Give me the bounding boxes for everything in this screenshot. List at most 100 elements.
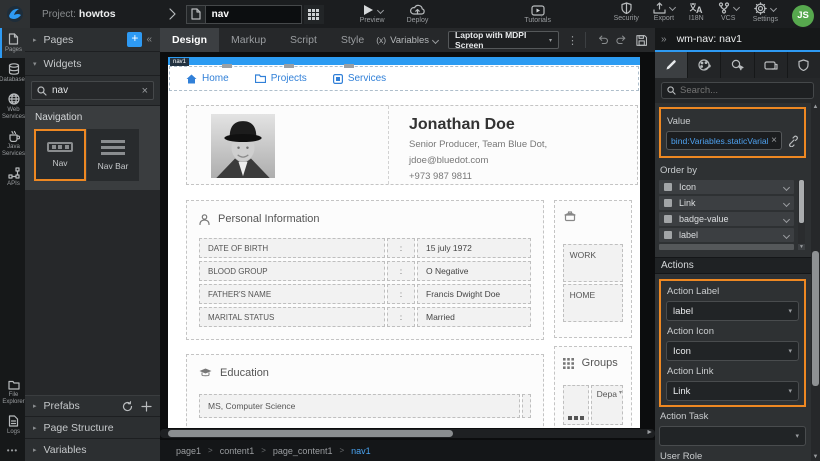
variables-dropdown[interactable]: (x) Variables [376,35,438,46]
checkbox[interactable] [664,215,672,223]
rail-item-java-services[interactable]: Java Services [0,125,25,162]
more-options-icon[interactable]: ⋮ [567,34,578,47]
rail-item-apis[interactable]: APIs [0,162,25,192]
rail-item-file-explorer[interactable]: File Explorer [0,374,25,410]
scrollbar-thumb[interactable] [812,251,819,386]
scrollbar-thumb[interactable] [799,180,804,223]
wavemaker-logo[interactable] [0,0,30,28]
personal-info-panel[interactable]: Personal Information DATE OF BIRTH : 15 … [186,200,544,340]
undo-icon[interactable] [597,34,608,46]
page-structure-accordion[interactable]: ▸ Page Structure [25,417,160,439]
add-page-button[interactable]: + [127,32,142,47]
design-canvas[interactable]: nav1 Home Projects [168,57,640,428]
tab-script[interactable]: Script [278,28,329,52]
widget-search-input[interactable] [52,85,142,96]
security-button[interactable]: Security [614,2,639,22]
refresh-icon[interactable] [122,401,133,412]
api-nodes-icon [8,167,20,179]
selected-widget-title: wm-nav: nav1 [677,33,742,45]
preview-button[interactable]: Preview [360,4,385,24]
apps-grid-icon[interactable] [304,5,324,24]
tab-security[interactable] [788,52,820,78]
rail-item-logs[interactable]: Logs [0,410,25,440]
nav1-widget[interactable]: Home Projects Services [168,65,640,92]
expand-panel-icon[interactable]: » [661,34,667,45]
actions-section-header[interactable]: Actions [655,257,820,274]
breadcrumb-item-nav1[interactable]: nav1 [351,446,371,456]
variables-accordion[interactable]: ▸ Variables [25,439,160,461]
nav-item-services[interactable]: Services [333,73,386,84]
variables-accordion-label: Variables [44,444,87,456]
groups-panel[interactable]: Groups Depa▾ [554,346,632,428]
device-selector[interactable]: Laptop with MDPI Screen ▾ [448,31,559,49]
rail-item-databases[interactable]: Databases [0,58,25,88]
tab-styles[interactable] [688,52,721,78]
order-by-item-icon[interactable]: Icon [659,180,794,194]
widget-tile-nav[interactable]: Nav [34,129,86,181]
i18n-button[interactable]: A I18N [689,2,704,22]
collapse-panel-icon[interactable]: « [146,34,152,45]
breadcrumb-item-content1[interactable]: content1 [220,446,255,456]
bind-link-icon[interactable] [787,135,799,147]
tab-device[interactable] [755,52,788,78]
pages-accordion[interactable]: ▸ Pages + « [25,28,160,52]
scroll-right-icon[interactable]: ► [646,429,653,436]
action-icon-select[interactable]: Icon ▾ [666,341,799,361]
add-prefab-icon[interactable] [141,401,152,412]
order-by-scrollbar[interactable]: ▼ [798,180,805,250]
save-icon[interactable] [636,34,647,47]
vcs-button[interactable]: VCS [718,2,739,22]
properties-search-input[interactable] [680,85,808,96]
properties-scrollbar[interactable]: ▲ ▼ [811,103,820,461]
tutorials-button[interactable]: Tutorials [524,5,551,24]
education-panel[interactable]: Education MS, Computer Science [186,354,544,428]
project-breadcrumb[interactable]: Project:howtos [42,8,116,20]
tab-design[interactable]: Design [160,28,219,52]
rail-more-button[interactable]: ••• [0,440,25,461]
prefabs-accordion[interactable]: ▸ Prefabs [25,395,160,417]
redo-icon[interactable] [616,34,627,46]
checkbox[interactable] [664,183,672,191]
home-icon [186,74,197,84]
breadcrumb-item-page1[interactable]: page1 [176,446,201,456]
profile-panel[interactable]: Jonathan Doe Senior Producer, Team Blue … [186,105,638,185]
widget-tile-navbar[interactable]: Nav Bar [87,129,139,181]
nav-item-home[interactable]: Home [186,73,229,84]
value-input[interactable]: bind:Variables.staticVariable1.dataSet × [666,131,782,150]
selection-handle[interactable] [222,64,232,68]
breadcrumb-item-page-content1[interactable]: page_content1 [273,446,333,456]
properties-search-box[interactable] [661,82,814,99]
rail-item-web-services[interactable]: Web Services [0,88,25,125]
tab-style[interactable]: Style [329,28,376,52]
clear-search-icon[interactable]: × [142,85,148,97]
contact-panel[interactable]: WORK HOME [554,200,632,338]
clear-binding-icon[interactable]: × [771,135,777,146]
user-avatar[interactable]: JS [792,5,814,27]
page-search-input[interactable] [206,5,302,24]
canvas-horizontal-scrollbar[interactable]: ► [160,429,655,438]
selection-handle[interactable] [344,64,354,68]
export-button[interactable]: Export [653,2,675,22]
checkbox[interactable] [664,199,672,207]
widget-search-box[interactable]: × [31,81,154,100]
widgets-accordion[interactable]: ▾ Widgets [25,52,160,76]
checkbox[interactable] [664,231,672,239]
settings-button[interactable]: Settings [753,2,778,23]
selection-handle[interactable] [284,64,294,68]
action-label-select[interactable]: label ▾ [666,301,799,321]
action-link-select[interactable]: Link ▾ [666,381,799,401]
scroll-down-icon[interactable]: ▼ [798,244,805,250]
action-task-select[interactable]: ▾ [659,426,806,446]
order-by-item-badge-value[interactable]: badge-value [659,212,794,226]
order-by-item-label-field[interactable]: label [659,228,794,242]
scrollbar-thumb[interactable] [168,430,453,437]
order-by-item-link[interactable]: Link [659,196,794,210]
scroll-down-icon[interactable]: ▼ [811,454,820,460]
deploy-button[interactable]: Deploy [407,4,429,24]
tab-markup[interactable]: Markup [219,28,278,52]
tab-events[interactable] [721,52,754,78]
scroll-up-icon[interactable]: ▲ [811,104,820,110]
nav-item-projects[interactable]: Projects [255,73,307,84]
rail-item-pages[interactable]: Pages [0,28,25,58]
tab-properties[interactable] [655,52,688,78]
